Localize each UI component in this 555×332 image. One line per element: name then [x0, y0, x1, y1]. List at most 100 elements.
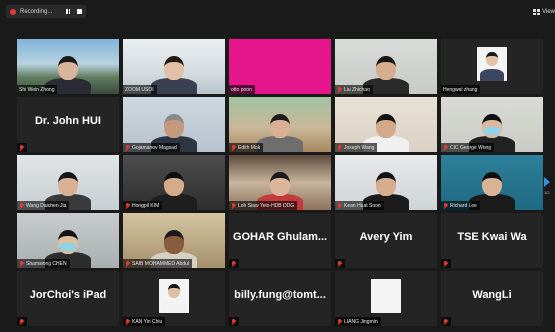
mic-muted-icon	[443, 260, 448, 267]
participant-nameplate: Shi Wein Zhong	[17, 85, 58, 94]
mic-muted-icon	[231, 202, 236, 209]
participant-nameplate: Edith Mok	[229, 143, 264, 152]
recording-label: Recording...	[20, 8, 53, 15]
participant-tile[interactable]: LIANG Jingmin	[335, 271, 437, 326]
participant-name: Wang Daichen Jia	[26, 202, 67, 209]
participant-name: Hongpil KIM	[132, 202, 160, 209]
participant-name: Liu Zhichao	[344, 86, 370, 93]
recording-dot-icon	[10, 8, 16, 15]
participant-name: Shamsiong CHEN	[26, 260, 67, 267]
participant-nameplate	[17, 317, 27, 326]
participant-nameplate: Shamsiong CHEN	[17, 259, 70, 268]
mic-muted-icon	[125, 144, 130, 151]
participant-nameplate: ZOOM USOI	[123, 85, 157, 94]
participant-nameplate	[229, 259, 239, 268]
participant-nameplate: otto poon	[229, 85, 255, 94]
participant-nameplate: KAN Yin Chiu	[123, 317, 166, 326]
participant-tile[interactable]: Richard Lee	[441, 155, 543, 210]
participant-nameplate	[441, 259, 451, 268]
participant-tile[interactable]: SAIB MOHAMMED Abdul	[123, 213, 225, 268]
participant-display-name: TSE Kwai Wa	[457, 231, 527, 243]
participant-name: ZOOM USOI	[125, 86, 154, 93]
participant-display-name: Dr. John HUI	[34, 115, 101, 127]
mic-muted-icon	[337, 260, 342, 267]
participant-tile[interactable]: Avery Yim	[335, 213, 437, 268]
participant-tile[interactable]: GOHAR Ghulam...	[229, 213, 331, 268]
participant-nameplate: Joseph Wang	[335, 143, 378, 152]
participant-display-name: JorChoi's iPad	[29, 289, 107, 301]
participant-tile[interactable]: Hongpil KIM	[123, 155, 225, 210]
participant-name: Kean Huat Soon	[344, 202, 381, 209]
view-label: View	[542, 9, 555, 15]
participant-display-name: billy.fung@tomt...	[234, 289, 326, 301]
participant-tile[interactable]: Edith Mok	[229, 97, 331, 152]
participant-tile[interactable]: billy.fung@tomt...	[229, 271, 331, 326]
participant-tile[interactable]: Hengwei zhang	[441, 39, 543, 94]
participant-nameplate: CIC George Wong	[441, 143, 495, 152]
participant-tile[interactable]: TSE Kwai Wa	[441, 213, 543, 268]
mic-muted-icon	[19, 318, 24, 325]
mic-muted-icon	[443, 318, 448, 325]
participant-tile[interactable]: Shamsiong CHEN	[17, 213, 119, 268]
grid-view-icon	[533, 9, 541, 15]
participant-nameplate	[17, 143, 27, 152]
next-page-chevron-right-icon[interactable]	[544, 177, 550, 187]
participant-nameplate: Liu Zhichao	[335, 85, 373, 94]
participant-name: LIANG Jingmin	[344, 318, 378, 325]
participant-name: Hengwei zhang	[443, 86, 478, 93]
profile-picture	[477, 47, 507, 81]
participant-name: Loh Siaw Yein-HDB DDG	[238, 202, 295, 209]
mic-muted-icon	[125, 318, 130, 325]
participant-name: Edith Mok	[238, 144, 261, 151]
participant-tile[interactable]: Joseph Wang	[335, 97, 437, 152]
participant-nameplate	[229, 317, 239, 326]
participant-tile[interactable]: Kean Huat Soon	[335, 155, 437, 210]
participant-name: SAIB MOHAMMED Abdul	[132, 260, 189, 267]
participant-name: Shi Wein Zhong	[19, 86, 55, 93]
participant-video-figure	[257, 108, 303, 152]
participant-display-name: GOHAR Ghulam...	[232, 231, 328, 243]
recording-indicator[interactable]: Recording...	[6, 5, 87, 18]
participant-name: CIC George Wong	[450, 144, 492, 151]
blank-avatar	[371, 279, 401, 313]
mic-muted-icon	[231, 144, 236, 151]
view-button[interactable]: View	[533, 9, 555, 15]
participant-name: Gojamanov Magsad	[132, 144, 177, 151]
participant-tile[interactable]: JorChoi's iPad	[17, 271, 119, 326]
participant-tile[interactable]: Gojamanov Magsad	[123, 97, 225, 152]
participant-name: KAN Yin Chiu	[132, 318, 163, 325]
participant-nameplate: Richard Lee	[441, 201, 480, 210]
top-bar: Recording... View	[0, 0, 555, 22]
participant-tile[interactable]: otto poon	[229, 39, 331, 94]
participant-nameplate: LIANG Jingmin	[335, 317, 381, 326]
participant-video-figure	[151, 50, 197, 94]
mic-muted-icon	[337, 202, 342, 209]
mic-muted-icon	[443, 144, 448, 151]
participant-tile[interactable]: Loh Siaw Yein-HDB DDG	[229, 155, 331, 210]
participant-nameplate: Kean Huat Soon	[335, 201, 384, 210]
participant-name: otto poon	[231, 86, 252, 93]
participant-tile[interactable]: CIC George Wong	[441, 97, 543, 152]
mic-muted-icon	[125, 202, 130, 209]
page-indicator: 1/2	[544, 190, 550, 195]
participant-name: Richard Lee	[450, 202, 477, 209]
participant-nameplate: SAIB MOHAMMED Abdul	[123, 259, 192, 268]
participant-tile[interactable]: Wang Daichen Jia	[17, 155, 119, 210]
participant-nameplate: Loh Siaw Yein-HDB DDG	[229, 201, 298, 210]
participant-tile[interactable]: ZOOM USOI	[123, 39, 225, 94]
participant-name: Joseph Wang	[344, 144, 375, 151]
stop-icon[interactable]	[77, 9, 83, 14]
profile-picture	[159, 279, 189, 313]
mic-muted-icon	[19, 202, 24, 209]
participant-nameplate	[335, 259, 345, 268]
participant-tile[interactable]: KAN Yin Chiu	[123, 271, 225, 326]
mic-muted-icon	[231, 260, 236, 267]
participant-nameplate	[441, 317, 451, 326]
participant-tile[interactable]: Liu Zhichao	[335, 39, 437, 94]
mic-muted-icon	[231, 318, 236, 325]
mic-muted-icon	[443, 202, 448, 209]
participant-tile[interactable]: Shi Wein Zhong	[17, 39, 119, 94]
pause-icon[interactable]	[66, 9, 71, 14]
participant-tile[interactable]: WangLi	[441, 271, 543, 326]
participant-tile[interactable]: Dr. John HUI	[17, 97, 119, 152]
